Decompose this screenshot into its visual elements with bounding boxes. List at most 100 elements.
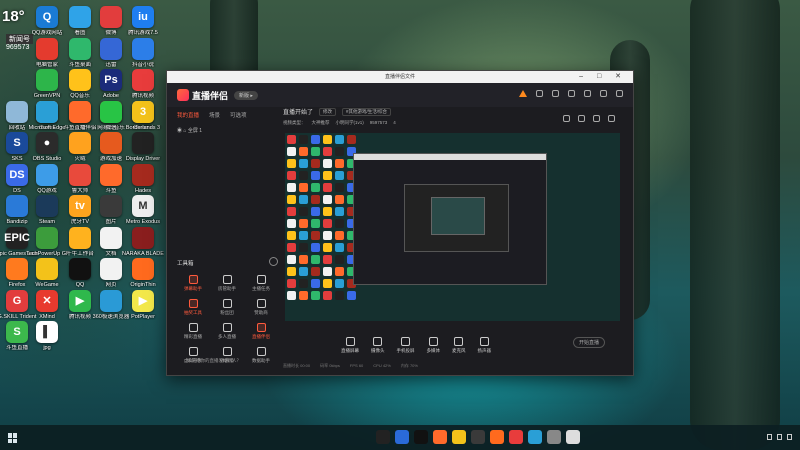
app-icon: DS	[6, 163, 28, 186]
tool-button[interactable]: 粉丝团	[211, 299, 243, 321]
category-chip[interactable]: #其他游戏/生活/综合	[342, 107, 392, 116]
tool-button[interactable]: 赞助商	[245, 299, 277, 321]
tool-button[interactable]: 房管助手	[211, 275, 243, 297]
preview-mini-icon	[311, 219, 320, 228]
status-line: 直播时长 00:00 码率 0kbps FPS 60 CPU 42% 内存 70…	[283, 363, 418, 369]
tool-button[interactable]: 直播伴侣	[245, 323, 277, 345]
message-icon[interactable]	[536, 90, 543, 97]
warning-icon[interactable]	[519, 90, 527, 97]
taskbar-app-icon[interactable]	[471, 430, 485, 444]
app-icon: S	[6, 132, 28, 154]
tray-icon[interactable]	[777, 434, 782, 440]
desktop-icon-label: Display Driver	[125, 156, 161, 162]
minimize-icon[interactable]	[600, 90, 607, 97]
source-media-button[interactable]: 多媒体	[427, 336, 440, 354]
tool-button[interactable]: 弹幕助手	[177, 275, 209, 297]
more-icon[interactable]	[608, 115, 615, 122]
source-speaker-button[interactable]: 扬声器	[478, 336, 491, 354]
app-icon	[6, 100, 28, 123]
preview-mini-icon	[287, 243, 296, 252]
desktop-icon[interactable]: ▌ jpg	[27, 321, 67, 365]
taskbar-app-icon[interactable]	[376, 430, 390, 444]
app-icon	[6, 258, 28, 280]
app-icon: S	[6, 321, 28, 343]
preview-mini-icon	[299, 159, 308, 168]
taskbar-app-icon[interactable]	[566, 430, 580, 444]
tool-icon	[188, 323, 198, 332]
taskbar-app-icon[interactable]	[509, 430, 523, 444]
tool-label: 赞助商	[254, 310, 268, 315]
taskbar	[0, 425, 800, 450]
tab-options[interactable]: 可选项	[230, 111, 247, 119]
nested-titlebar	[354, 154, 546, 160]
preview-mini-icon	[323, 291, 332, 300]
tool-button[interactable]: 多人直播	[211, 323, 243, 345]
taskbar-app-icon[interactable]	[433, 430, 447, 444]
window-title: 直播伴侣文件	[384, 74, 415, 80]
menu-icon[interactable]	[584, 90, 591, 97]
left-panel: 我的直播 场景 可选项 ◉ ⌂ 全屏 1 工具箱 弹幕助手 房管助手 主播任务 抽奖工…	[177, 107, 278, 369]
tab-scene[interactable]: 场景	[209, 111, 220, 119]
preview-mini-icon	[335, 207, 344, 216]
preview-mini-icon	[299, 195, 308, 204]
tool-button[interactable]: 精彩直播	[177, 323, 209, 345]
app-icon	[69, 69, 91, 91]
preview-mini-icon	[335, 279, 344, 288]
info-room-id: 9597573	[369, 120, 388, 125]
start-live-button[interactable]: 开始直播	[573, 337, 605, 348]
source-label: 手机投屏	[396, 347, 415, 353]
app-window: 直播伴侣文件 – □ ✕ 直播伴侣 新版 ▸ 我的直播 场景 可选项 ◉ ⌂ 全…	[166, 70, 634, 376]
lock-icon[interactable]	[563, 115, 570, 122]
share-icon[interactable]	[593, 115, 600, 122]
windows-start-icon[interactable]	[8, 433, 18, 443]
source-mic-button[interactable]: 麦克风	[452, 336, 466, 354]
edit-title-button[interactable]: 修改	[319, 107, 337, 116]
taskbar-app-icon[interactable]	[414, 430, 428, 444]
app-icon	[100, 37, 122, 60]
tray-icon[interactable]	[787, 434, 792, 440]
tool-button[interactable]: 数据助手	[245, 347, 277, 369]
tools-toggle-icon[interactable]	[269, 257, 278, 266]
logo-icon	[177, 89, 189, 101]
close-icon[interactable]	[616, 90, 623, 97]
version-pill[interactable]: 新版 ▸	[234, 90, 258, 100]
tab-my-live[interactable]: 我的直播	[177, 111, 199, 119]
preview-mini-icon	[335, 255, 344, 264]
app-icon: ▶	[69, 289, 91, 312]
preview-mini-icon	[335, 291, 344, 300]
status-cpu: CPU 42%	[373, 363, 391, 368]
gift-icon[interactable]	[552, 90, 559, 97]
preview-mini-icon	[323, 267, 332, 276]
preview-mini-icon	[299, 219, 308, 228]
tool-label: 粉丝团	[220, 310, 234, 315]
taskbar-app-icon[interactable]	[490, 430, 504, 444]
taskbar-app-icon[interactable]	[452, 430, 466, 444]
taskbar-app-icon[interactable]	[528, 430, 542, 444]
eye-icon[interactable]: ◉ ⌂	[177, 128, 188, 134]
taskbar-app-icon[interactable]	[395, 430, 409, 444]
app-icon	[36, 163, 58, 186]
source-camera-button[interactable]: 摄像头	[371, 336, 385, 354]
scene-item[interactable]: ◉ ⌂ 全屏 1	[177, 127, 277, 134]
preview-mini-icon	[287, 291, 296, 300]
app-name: 直播伴侣	[192, 90, 229, 101]
feedback-link[interactable]: 如何把你的直播发给别人？	[187, 358, 241, 364]
tool-button[interactable]: 抽奖工具	[177, 299, 209, 321]
app-icon	[69, 6, 91, 28]
settings-icon[interactable]	[568, 90, 575, 97]
source-screen-button[interactable]: 直播屏幕	[341, 336, 359, 354]
stream-preview[interactable]	[285, 133, 620, 321]
app-icon: Ps	[100, 69, 122, 91]
window-controls[interactable]: – □ ✕	[579, 71, 627, 83]
tool-button[interactable]: 主播任务	[245, 275, 277, 297]
source-phone-button[interactable]: 手机投屏	[396, 336, 415, 354]
desktop-icon-grid: Q QQ游戏网站 看图 微博 iu 腾讯游戏7.5 电脑管家 斗鱼桌面 迅雷 抖音小说 GreenV…	[0, 0, 168, 425]
layout-icon[interactable]	[578, 115, 585, 122]
window-titlebar[interactable]: 直播伴侣文件 – □ ✕	[167, 71, 633, 83]
taskbar-app-icon[interactable]	[547, 430, 561, 444]
preview-mini-icon	[311, 183, 320, 192]
app-icon	[36, 195, 58, 217]
tray-icon[interactable]	[767, 434, 772, 440]
info-user: 小明同学(1v1)	[335, 120, 364, 125]
desktop-icon[interactable]: ▶ PotPlayer	[123, 289, 163, 334]
